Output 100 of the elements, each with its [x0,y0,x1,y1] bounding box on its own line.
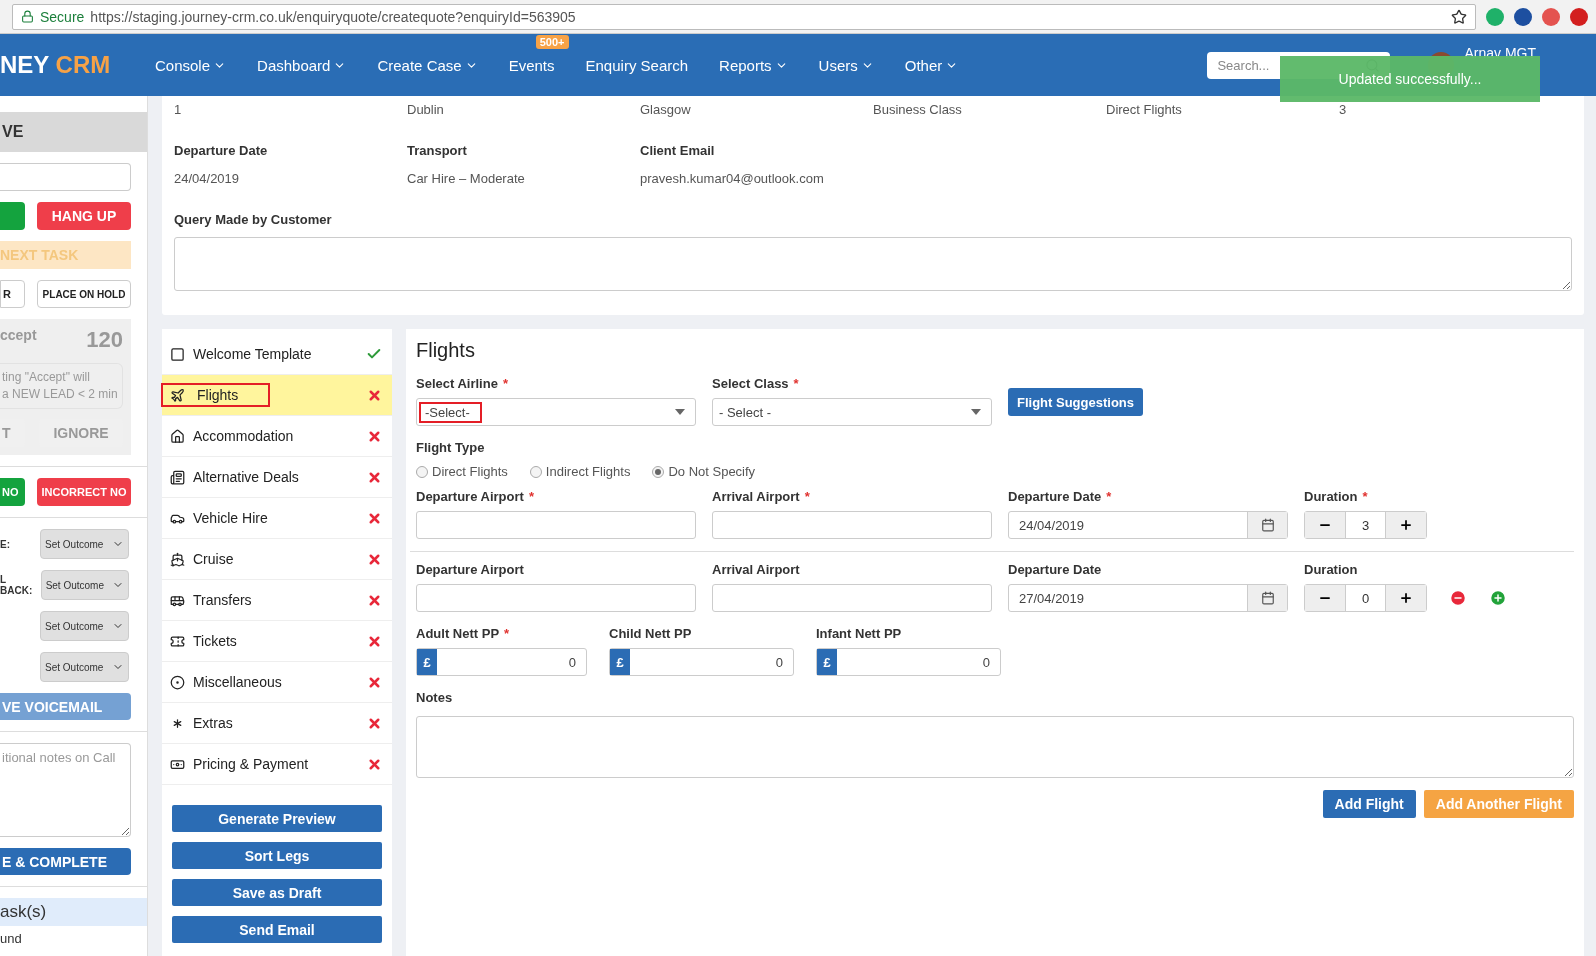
field-label: Adult Nett PP * [416,626,511,643]
class-select[interactable]: - Select - [712,398,992,426]
date-field[interactable]: 27/04/2019 [1008,584,1288,612]
action-button[interactable]: Sort Legs [172,842,382,869]
arrival-airport-field[interactable] [712,511,992,539]
nav-link[interactable]: Create Case [377,56,478,74]
increment-button[interactable] [1386,512,1426,538]
remove-icon[interactable] [1449,589,1467,607]
date-field[interactable]: 24/04/2019 [1008,511,1288,539]
suggestions-button[interactable]: Flight Suggestions [1008,388,1143,416]
url-text: https://staging.journey-crm.co.uk/enquiryquote/createquote?enquiryId=563905 [90,8,577,25]
action-button[interactable]: Send Email [172,916,382,943]
radio-option[interactable]: Direct Flights [416,464,508,479]
extension-icon[interactable] [1570,7,1588,26]
radio-option[interactable]: Indirect Flights [529,464,631,479]
plus-icon [1399,591,1413,605]
extension-icon[interactable] [1542,7,1560,26]
summary-value: 3 [1339,102,1348,117]
summary-value: Dublin [407,102,445,117]
outcome-label: E: [0,538,10,550]
outcome-select[interactable]: Set Outcome [40,611,129,641]
input-field[interactable] [0,163,131,191]
summary-value: Direct Flights [1106,102,1183,117]
panel-title: Flights [416,339,476,362]
field-label: Select Class * [712,376,800,393]
field-label: Infant Nett PP [816,626,903,643]
nav-link[interactable]: Enquiry Search [585,56,689,74]
outcome-select[interactable]: Set Outcome [40,529,129,559]
caret-icon [971,409,981,415]
action-button[interactable]: Generate Preview [172,805,382,832]
success-toast: Updated successfully... [1280,56,1540,102]
summary-label: Transport [407,143,468,158]
nav-link[interactable]: Console [155,56,227,74]
summary-value: pravesh.kumar04@outlook.com [640,171,825,186]
arrival-airport-field[interactable] [712,584,992,612]
price-field[interactable]: £ 0 [816,648,1001,676]
outcome-select[interactable]: Set Outcome [40,652,129,682]
calendar-icon [1260,591,1275,605]
outcome-label: L BACK: [0,574,34,596]
query-field[interactable] [174,237,1572,291]
lead-count: 120 [86,327,123,353]
radio-option[interactable]: Do Not Specify [652,464,756,479]
nav-link[interactable]: Reports [719,56,788,74]
complete-button[interactable]: E & COMPLETE [0,848,131,875]
secure-label: Secure [40,8,85,25]
summary-label: Departure Date [174,143,269,158]
section-item[interactable]: Flights [162,375,392,416]
call-button[interactable]: R [0,280,25,308]
field-label: Duration * [1304,489,1369,506]
tasks-header: ask(s) [0,898,147,926]
field-label: Child Nett PP [609,626,693,643]
field-label: Select Airline * [416,376,509,393]
call-button[interactable] [0,202,25,230]
outcome-select[interactable]: Set Outcome [40,570,129,600]
action-button[interactable]: Save as Draft [172,879,382,906]
count-badge: 500+ [535,34,569,49]
ship-icon [170,551,185,567]
notes-field[interactable] [416,716,1574,778]
star-icon[interactable] [1451,8,1467,25]
extension-icon[interactable] [1514,7,1532,26]
field-label: Duration [1304,562,1359,579]
nav-link[interactable]: Other [904,56,959,74]
add-icon[interactable] [1489,589,1507,607]
duration-stepper[interactable]: 3 [1304,511,1427,539]
flight-button[interactable]: Add Flight [1322,790,1416,818]
duration-stepper[interactable]: 0 [1304,584,1427,612]
tasks-text: und [0,931,23,946]
notes-field[interactable]: itional notes on Call [0,743,131,837]
price-field[interactable]: £ 0 [416,648,587,676]
number-button[interactable]: INCORRECT NO [37,478,131,506]
summary-label: Client Email [640,143,716,158]
plus-icon [1399,518,1413,532]
calendar-icon [1260,518,1275,532]
summary-value: Glasgow [640,102,692,117]
decrement-button[interactable] [1305,512,1345,538]
caret-icon [675,409,685,415]
plane-icon [170,387,185,403]
summary-value: 24/04/2019 [174,171,241,186]
call-button[interactable]: HANG UP [37,202,131,230]
summary-value: 1 [174,102,183,117]
departure-airport-field[interactable] [416,584,696,612]
next-task-bar: NEXT TASK [0,241,131,269]
decrement-button[interactable] [1305,585,1345,611]
field-label: Arrival Airport * [712,489,811,506]
nav-link[interactable]: Users [818,56,874,74]
nav-link[interactable]: Dashboard [257,56,347,74]
field-label: Departure Date [1008,562,1103,579]
field-label: Arrival Airport [712,562,801,579]
departure-airport-field[interactable] [416,511,696,539]
home-icon [170,428,185,444]
address-bar[interactable]: Secure https://staging.journey-crm.co.uk/enquiryquote/createquote?enquiryId=563905 [12,3,1476,30]
price-field[interactable]: £ 0 [609,648,794,676]
lead-note: a NEW LEAD < 2 min [2,386,118,403]
increment-button[interactable] [1386,585,1426,611]
field-label: Departure Date * [1008,489,1113,506]
lock-icon [21,10,34,23]
field-label: Departure Airport * [416,489,535,506]
query-label: Query Made by Customer [174,212,333,227]
call-button[interactable]: PLACE ON HOLD [37,280,131,308]
airline-select[interactable]: -Select- [416,398,696,426]
